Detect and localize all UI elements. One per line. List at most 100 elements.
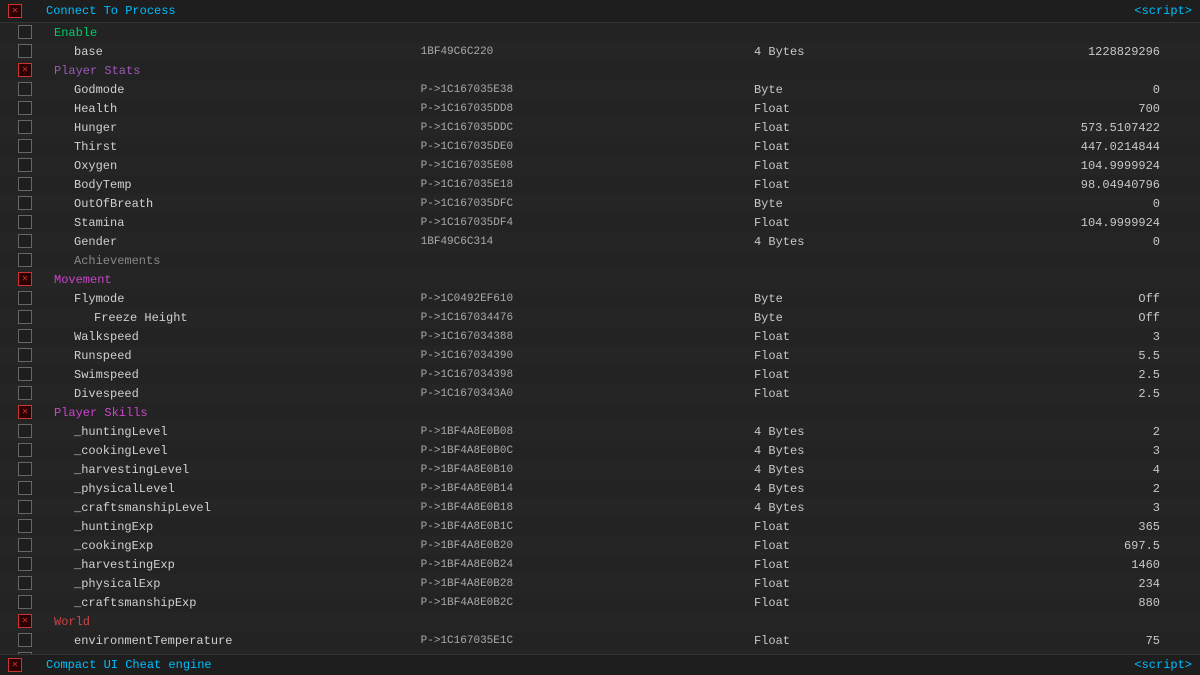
row-checkbox[interactable]: [18, 329, 32, 343]
entries-table: Enable base 1BF49C6C220 4 Bytes 12288292…: [0, 23, 1200, 654]
table-row: Divespeed P->1C1670343A0 Float 2.5: [0, 384, 1200, 403]
row-value: Off: [950, 308, 1200, 327]
row-checkbox[interactable]: [18, 481, 32, 495]
row-addr: P->1C167035E18: [417, 175, 750, 194]
row-type: Float: [750, 365, 950, 384]
table-row: Swimspeed P->1C167034398 Float 2.5: [0, 365, 1200, 384]
row-value: 3: [950, 327, 1200, 346]
row-type: Float: [750, 517, 950, 536]
group-type: [750, 270, 950, 289]
row-checkbox[interactable]: [18, 158, 32, 172]
row-checkbox[interactable]: [18, 177, 32, 191]
table-row: Stamina P->1C167035DF4 Float 104.9999924: [0, 213, 1200, 232]
group-checkbox[interactable]: ✕: [18, 405, 32, 419]
row-name: environmentTemperature: [50, 631, 417, 650]
row-value: 0: [950, 232, 1200, 251]
connect-button[interactable]: Connect To Process: [46, 4, 176, 18]
header-script-button[interactable]: <script>: [1134, 4, 1192, 18]
row-value: 2: [950, 479, 1200, 498]
row-value: 1228829296: [950, 42, 1200, 61]
row-type: 4 Bytes: [750, 498, 950, 517]
row-name: Flymode: [50, 289, 417, 308]
row-addr: P->1C1670343A0: [417, 384, 750, 403]
row-value: 2: [950, 422, 1200, 441]
row-addr: P->1BF4A8E0B08: [417, 422, 750, 441]
row-checkbox[interactable]: [18, 82, 32, 96]
group-label: Player Skills: [50, 403, 417, 422]
row-type: 4 Bytes: [750, 441, 950, 460]
row-addr: P->1BF4A8E0B1C: [417, 517, 750, 536]
row-checkbox[interactable]: [18, 500, 32, 514]
table-row: Health P->1C167035DD8 Float 700: [0, 99, 1200, 118]
row-name: _cookingLevel: [50, 441, 417, 460]
table-row: Flymode P->1C0492EF610 Byte Off: [0, 289, 1200, 308]
main-container: ✕ Connect To Process <script> Enable bas…: [0, 0, 1200, 675]
group-value: [950, 61, 1200, 80]
row-name: _huntingExp: [50, 517, 417, 536]
row-name: Stamina: [50, 213, 417, 232]
row-name: Swimspeed: [50, 365, 417, 384]
row-name: _physicalLevel: [50, 479, 417, 498]
row-checkbox[interactable]: [18, 557, 32, 571]
row-value: Off: [950, 289, 1200, 308]
row-addr: P->1BF4A8E0B24: [417, 555, 750, 574]
row-checkbox[interactable]: [18, 310, 32, 324]
row-name: _huntingLevel: [50, 422, 417, 441]
row-checkbox[interactable]: [18, 462, 32, 476]
row-type: Float: [750, 156, 950, 175]
row-checkbox[interactable]: [18, 576, 32, 590]
table-row: Walkspeed P->1C167034388 Float 3: [0, 327, 1200, 346]
row-checkbox[interactable]: [18, 443, 32, 457]
row-checkbox[interactable]: [18, 44, 32, 58]
row-type: Float: [750, 175, 950, 194]
group-checkbox[interactable]: ✕: [18, 614, 32, 628]
row-checkbox[interactable]: [18, 120, 32, 134]
table-row: environmentTemperature P->1C167035E1C Fl…: [0, 631, 1200, 650]
compact-ui-label: Compact UI Cheat engine: [46, 658, 212, 672]
enable-value: [950, 23, 1200, 42]
row-checkbox[interactable]: [18, 519, 32, 533]
table-row: BodyTemp P->1C167035E18 Float 98.0494079…: [0, 175, 1200, 194]
row-checkbox[interactable]: [18, 386, 32, 400]
row-checkbox[interactable]: [18, 291, 32, 305]
row-checkbox[interactable]: [18, 196, 32, 210]
row-checkbox[interactable]: [18, 139, 32, 153]
footer-script-button[interactable]: <script>: [1134, 658, 1192, 672]
header-row: ✕ Connect To Process <script>: [0, 0, 1200, 23]
row-checkbox[interactable]: [18, 234, 32, 248]
row-name: OutOfBreath: [50, 194, 417, 213]
row-type: 4 Bytes: [750, 479, 950, 498]
row-addr: P->1BF4A8E0B2C: [417, 593, 750, 612]
row-checkbox[interactable]: [18, 367, 32, 381]
row-name: Runspeed: [50, 346, 417, 365]
row-type: Float: [750, 384, 950, 403]
row-addr: P->1C167035E08: [417, 156, 750, 175]
group-checkbox[interactable]: ✕: [18, 63, 32, 77]
row-checkbox[interactable]: [18, 595, 32, 609]
group-value: [950, 612, 1200, 631]
row-type: Float: [750, 118, 950, 137]
row-checkbox[interactable]: [18, 253, 32, 267]
group-label: World: [50, 612, 417, 631]
row-checkbox[interactable]: [18, 215, 32, 229]
row-checkbox[interactable]: [18, 633, 32, 647]
row-checkbox[interactable]: [18, 424, 32, 438]
row-name: _harvestingLevel: [50, 460, 417, 479]
footer-checkbox[interactable]: ✕: [8, 658, 22, 672]
row-checkbox[interactable]: [18, 538, 32, 552]
group-addr: [417, 61, 750, 80]
table-row: Freeze Height P->1C167034476 Byte Off: [0, 308, 1200, 327]
row-addr: P->1BF4A8E0B14: [417, 479, 750, 498]
group-label: Player Stats: [50, 61, 417, 80]
row-value: 697.5: [950, 536, 1200, 555]
row-addr: P->1BF4A8E0B20: [417, 536, 750, 555]
table-row: Gender 1BF49C6C314 4 Bytes 0: [0, 232, 1200, 251]
row-checkbox[interactable]: [18, 101, 32, 115]
header-checkbox[interactable]: ✕: [8, 4, 22, 18]
enable-checkbox[interactable]: [18, 25, 32, 39]
row-value: 104.9999924: [950, 156, 1200, 175]
group-checkbox[interactable]: ✕: [18, 272, 32, 286]
row-checkbox[interactable]: [18, 348, 32, 362]
table-row: Enable: [0, 23, 1200, 42]
row-name: Oxygen: [50, 156, 417, 175]
